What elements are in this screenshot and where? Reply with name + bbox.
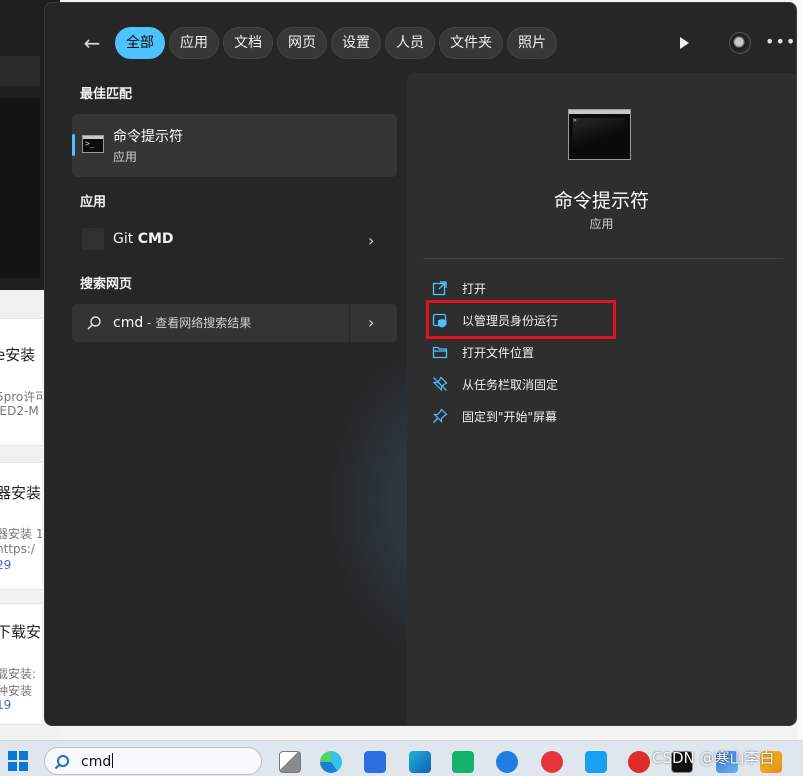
background-card: 下载安 载安装: 种安装 19 xyxy=(0,603,42,725)
action-unpin-taskbar-label: 从任务栏取消固定 xyxy=(462,378,559,392)
avatar[interactable] xyxy=(729,32,751,54)
background-card-text: https:/ xyxy=(0,542,35,556)
best-match-type: 应用 xyxy=(113,150,138,164)
action-open-file-location-label: 打开文件位置 xyxy=(462,346,535,360)
background-card-text: 5pro许可 xyxy=(0,390,42,404)
tab-settings[interactable]: 设置 xyxy=(331,27,381,59)
action-unpin-taskbar[interactable]: 从任务栏取消固定 xyxy=(432,372,682,396)
tab-people[interactable]: 人员 xyxy=(385,27,435,59)
background-toolbar xyxy=(0,56,40,86)
more-options-icon[interactable]: ••• xyxy=(765,31,795,53)
detail-type: 应用 xyxy=(589,217,614,231)
tab-apps[interactable]: 应用 xyxy=(169,27,219,59)
tab-folders[interactable]: 文件夹 xyxy=(439,27,503,59)
web-search-query: cmd - 查看网络搜索结果 xyxy=(113,315,252,331)
best-match-name: 命令提示符 xyxy=(113,129,183,145)
git-cmd-icon xyxy=(82,228,104,250)
chevron-right-icon[interactable]: › xyxy=(368,313,374,332)
action-pin-start-label: 固定到"开始"屏幕 xyxy=(462,410,558,424)
back-arrow-icon[interactable]: ← xyxy=(81,32,103,54)
taskbar-search-box[interactable]: cmd xyxy=(44,747,262,775)
tab-all[interactable]: 全部 xyxy=(115,27,165,59)
background-card-text: 种安装 xyxy=(0,684,33,698)
highlight-box xyxy=(426,300,616,339)
web-search-heading: 搜索网页 xyxy=(80,277,133,292)
background-right-edge xyxy=(797,0,803,740)
windows-start-icon[interactable] xyxy=(8,751,28,771)
background-card-number: 19 xyxy=(0,698,12,712)
task-view-icon[interactable] xyxy=(279,751,301,773)
row-divider xyxy=(349,304,350,342)
search-icon xyxy=(54,755,69,770)
background-card-text: 载安装: xyxy=(0,667,37,681)
detail-pane: > 命令提示符 应用 打开 以管理员身份运行 打开文件位置 从任务栏取消固定 固… xyxy=(407,73,796,725)
action-open-file-location[interactable]: 打开文件位置 xyxy=(432,340,682,364)
taskbar-search-input[interactable]: cmd xyxy=(81,753,114,770)
action-open[interactable]: 打开 xyxy=(432,276,682,300)
selection-indicator xyxy=(72,134,75,156)
microsoft-store-icon[interactable] xyxy=(364,751,386,773)
search-icon xyxy=(87,316,101,330)
tab-photos[interactable]: 照片 xyxy=(507,27,557,59)
bookmark-app-icon[interactable] xyxy=(452,751,474,773)
best-match-heading: 最佳匹配 xyxy=(80,87,133,102)
open-external-icon xyxy=(432,281,447,296)
git-cmd-result[interactable]: Git CMD › xyxy=(72,223,397,257)
detail-title: 命令提示符 xyxy=(553,190,649,212)
netease-music-icon[interactable] xyxy=(541,751,563,773)
feishu-app-icon[interactable] xyxy=(496,751,518,773)
divider xyxy=(423,258,783,259)
best-match-result[interactable]: >_ 命令提示符 应用 xyxy=(72,114,397,177)
background-card-title: 下载安 xyxy=(0,623,42,641)
mountain-app-icon[interactable] xyxy=(585,751,607,773)
git-cmd-label: Git CMD xyxy=(113,231,174,247)
web-search-result[interactable]: cmd - 查看网络搜索结果 › xyxy=(72,304,397,342)
action-open-label: 打开 xyxy=(462,282,487,296)
apps-heading: 应用 xyxy=(80,195,107,210)
cmd-app-large-icon: > xyxy=(568,109,631,160)
background-card: 器安装 器安装 1 https:/ 29 xyxy=(0,462,42,590)
play-icon[interactable] xyxy=(675,34,693,52)
folder-icon xyxy=(432,346,448,359)
watermark: CSDN @寒山李白 xyxy=(652,749,775,767)
action-pin-start[interactable]: 固定到"开始"屏幕 xyxy=(432,404,682,428)
chevron-right-icon[interactable]: › xyxy=(368,231,374,250)
background-card-number: 29 xyxy=(0,558,12,572)
background-card-text: 器安装 1 xyxy=(0,527,42,541)
unpin-icon xyxy=(432,376,448,392)
filter-tabs: 全部 应用 文档 网页 设置 人员 文件夹 照片 xyxy=(115,27,557,59)
background-panel xyxy=(0,98,40,278)
background-card-title: 器安装 xyxy=(0,484,42,502)
audio-app-icon[interactable] xyxy=(628,751,650,773)
tab-web[interactable]: 网页 xyxy=(277,27,327,59)
vectorizer-app-icon[interactable] xyxy=(409,751,431,773)
background-card-title: e安装 xyxy=(0,346,36,364)
pin-icon xyxy=(433,408,448,423)
tab-documents[interactable]: 文档 xyxy=(223,27,273,59)
background-card-text: IED2-M xyxy=(0,404,39,418)
cmd-app-icon: >_ xyxy=(82,135,104,153)
background-card: e安装 5pro许可 IED2-M xyxy=(0,318,42,446)
edge-browser-icon[interactable] xyxy=(320,751,342,773)
search-panel: ← 全部 应用 文档 网页 设置 人员 文件夹 照片 ••• 最佳匹配 >_ 命… xyxy=(44,2,797,726)
